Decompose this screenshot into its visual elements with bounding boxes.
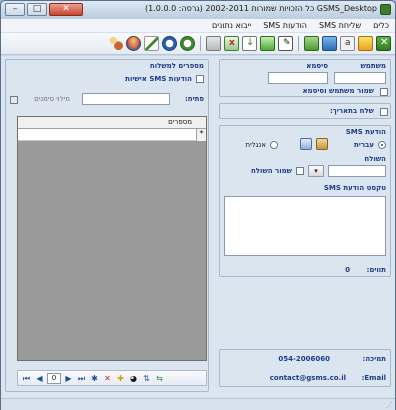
prefix-input[interactable]: [82, 93, 170, 105]
english-radio[interactable]: [270, 141, 278, 149]
history-icon[interactable]: [162, 36, 177, 51]
support-phone-label: תמיכה:: [362, 355, 386, 363]
password-input[interactable]: [268, 72, 328, 84]
settings-icon[interactable]: [358, 36, 373, 51]
clean-numbers-icon[interactable]: ◕: [128, 373, 139, 384]
menu-send-sms[interactable]: שליחת SMS: [319, 21, 361, 30]
hebrew-label: עברית: [354, 141, 374, 149]
grid-navigator: ⏮ ◀ 0 ▶ ⏭ ✱ ✕ ✚ ◕ ⇅ ⇆: [17, 370, 207, 386]
save-credentials-checkbox[interactable]: [380, 88, 388, 96]
sender-input[interactable]: [328, 165, 386, 177]
edit-numbers-icon[interactable]: ⇅: [141, 373, 152, 384]
exit-icon[interactable]: ✕: [376, 36, 391, 51]
sms-text-label: טקסט הודעת SMS: [323, 184, 386, 192]
fill-signatures-label: מילוי סימנים: [34, 95, 70, 103]
users-icon[interactable]: [108, 36, 123, 51]
main-content: משתמש סיסמא שמור משתמש וסיסמא שלח בתאריך…: [1, 56, 395, 398]
database-icon[interactable]: [126, 36, 141, 51]
minimize-button[interactable]: –: [5, 3, 25, 16]
menu-sms-messages[interactable]: הודעות SMS: [263, 21, 307, 30]
chars-count: 0: [345, 266, 350, 274]
support-email-link[interactable]: contact@gsms.co.il: [270, 374, 346, 382]
move-next-button[interactable]: ▶: [63, 373, 74, 384]
export-icon[interactable]: [260, 36, 275, 51]
import-icon[interactable]: ↓: [242, 36, 257, 51]
send-on-date-checkbox[interactable]: [380, 108, 388, 116]
contacts-icon[interactable]: [304, 36, 319, 51]
window-controls: – □ ✕: [5, 3, 83, 16]
save-sender-label: שמור השולח: [251, 167, 292, 175]
save-sender-checkbox[interactable]: [296, 167, 304, 175]
sms-group: הודעת SMS עברית אנגלית השולח ▾ שמור השול…: [219, 125, 391, 277]
account-group: משתמש סיסמא שמור משתמש וסיסמא: [219, 59, 391, 97]
maximize-button[interactable]: □: [27, 3, 47, 16]
username-input[interactable]: [334, 72, 386, 84]
move-prev-button[interactable]: ◀: [34, 373, 45, 384]
new-row-marker: *: [196, 129, 206, 141]
delete-button[interactable]: ✕: [102, 373, 113, 384]
move-first-button[interactable]: ⏮: [21, 373, 32, 384]
menu-bar: ייבוא נתונים הודעות SMS שליחת SMS כלים: [1, 19, 395, 33]
excel-icon[interactable]: x: [224, 36, 239, 51]
grid-new-row[interactable]: *: [18, 129, 206, 141]
app-window: – □ ✕ GSMS_Desktop כל הזכויות שמורות 200…: [0, 0, 396, 410]
clock-icon[interactable]: [180, 36, 195, 51]
app-logo-icon: [380, 4, 391, 15]
fill-signatures-checkbox[interactable]: [10, 96, 18, 104]
numbers-grid[interactable]: מספרים *: [17, 116, 207, 361]
username-label: משתמש: [360, 62, 386, 70]
sms-section-label: הודעת SMS: [345, 128, 386, 136]
send-date-group: שלח בתאריך:: [219, 103, 391, 119]
edit-icon[interactable]: [322, 36, 337, 51]
resize-grip-icon[interactable]: ⋰: [386, 401, 393, 409]
support-group: תמיכה: 054-2006060 Email: contact@gsms.c…: [219, 349, 391, 387]
password-label: סיסמא: [306, 62, 328, 70]
chars-label: תווים:: [366, 266, 386, 274]
sms-text-area[interactable]: [224, 196, 386, 256]
toolbar-separator: [200, 36, 201, 51]
menu-import[interactable]: ייבוא נתונים: [212, 21, 251, 30]
title-bar: – □ ✕ GSMS_Desktop כל הזכויות שמורות 200…: [1, 1, 395, 19]
toolbar: ✕ a ✎ ↓ x: [1, 33, 395, 55]
sender-dropdown[interactable]: ▾: [308, 165, 324, 177]
personal-sms-checkbox[interactable]: [196, 75, 204, 83]
paste-icon[interactable]: [316, 138, 328, 150]
add-new-button[interactable]: ✱: [89, 373, 100, 384]
english-label: אנגלית: [245, 141, 266, 149]
move-last-button[interactable]: ⏭: [76, 373, 87, 384]
close-button[interactable]: ✕: [49, 3, 83, 16]
menu-tools[interactable]: כלים: [373, 21, 389, 30]
window-title: GSMS_Desktop כל הזכויות שמורות 2002-2011…: [145, 4, 377, 13]
save-credentials-label: שמור משתמש וסיסמא: [302, 87, 374, 95]
add-button[interactable]: ✚: [115, 373, 126, 384]
toolbar-separator: [298, 36, 299, 51]
personal-sms-label: הודעות SMS אישיות: [125, 75, 192, 83]
position-field[interactable]: 0: [47, 372, 61, 384]
support-phone-value: 054-2006060: [278, 355, 330, 363]
recipients-section-label: מספרים למשלוח: [149, 62, 204, 70]
support-email-label: Email:: [361, 374, 386, 382]
hebrew-radio[interactable]: [378, 141, 386, 149]
grid-header-row: מספרים: [18, 117, 206, 129]
import-numbers-icon[interactable]: ⇆: [154, 373, 165, 384]
send-on-date-label: שלח בתאריך:: [329, 107, 374, 115]
schedule-icon[interactable]: ✎: [278, 36, 293, 51]
sender-label: השולח: [364, 155, 386, 163]
status-bar: ⋰: [1, 398, 395, 410]
text-icon[interactable]: a: [340, 36, 355, 51]
grid-header-numbers: מספרים: [168, 118, 192, 126]
pen-icon[interactable]: [144, 36, 159, 51]
recipients-panel: מספרים למשלוח הודעות SMS אישיות פתיח: מי…: [5, 59, 209, 392]
settings-panel: משתמש סיסמא שמור משתמש וסיסמא שלח בתאריך…: [219, 59, 391, 392]
copy-icon[interactable]: [300, 138, 312, 150]
card-icon[interactable]: [206, 36, 221, 51]
prefix-label: פתיח:: [184, 95, 204, 103]
